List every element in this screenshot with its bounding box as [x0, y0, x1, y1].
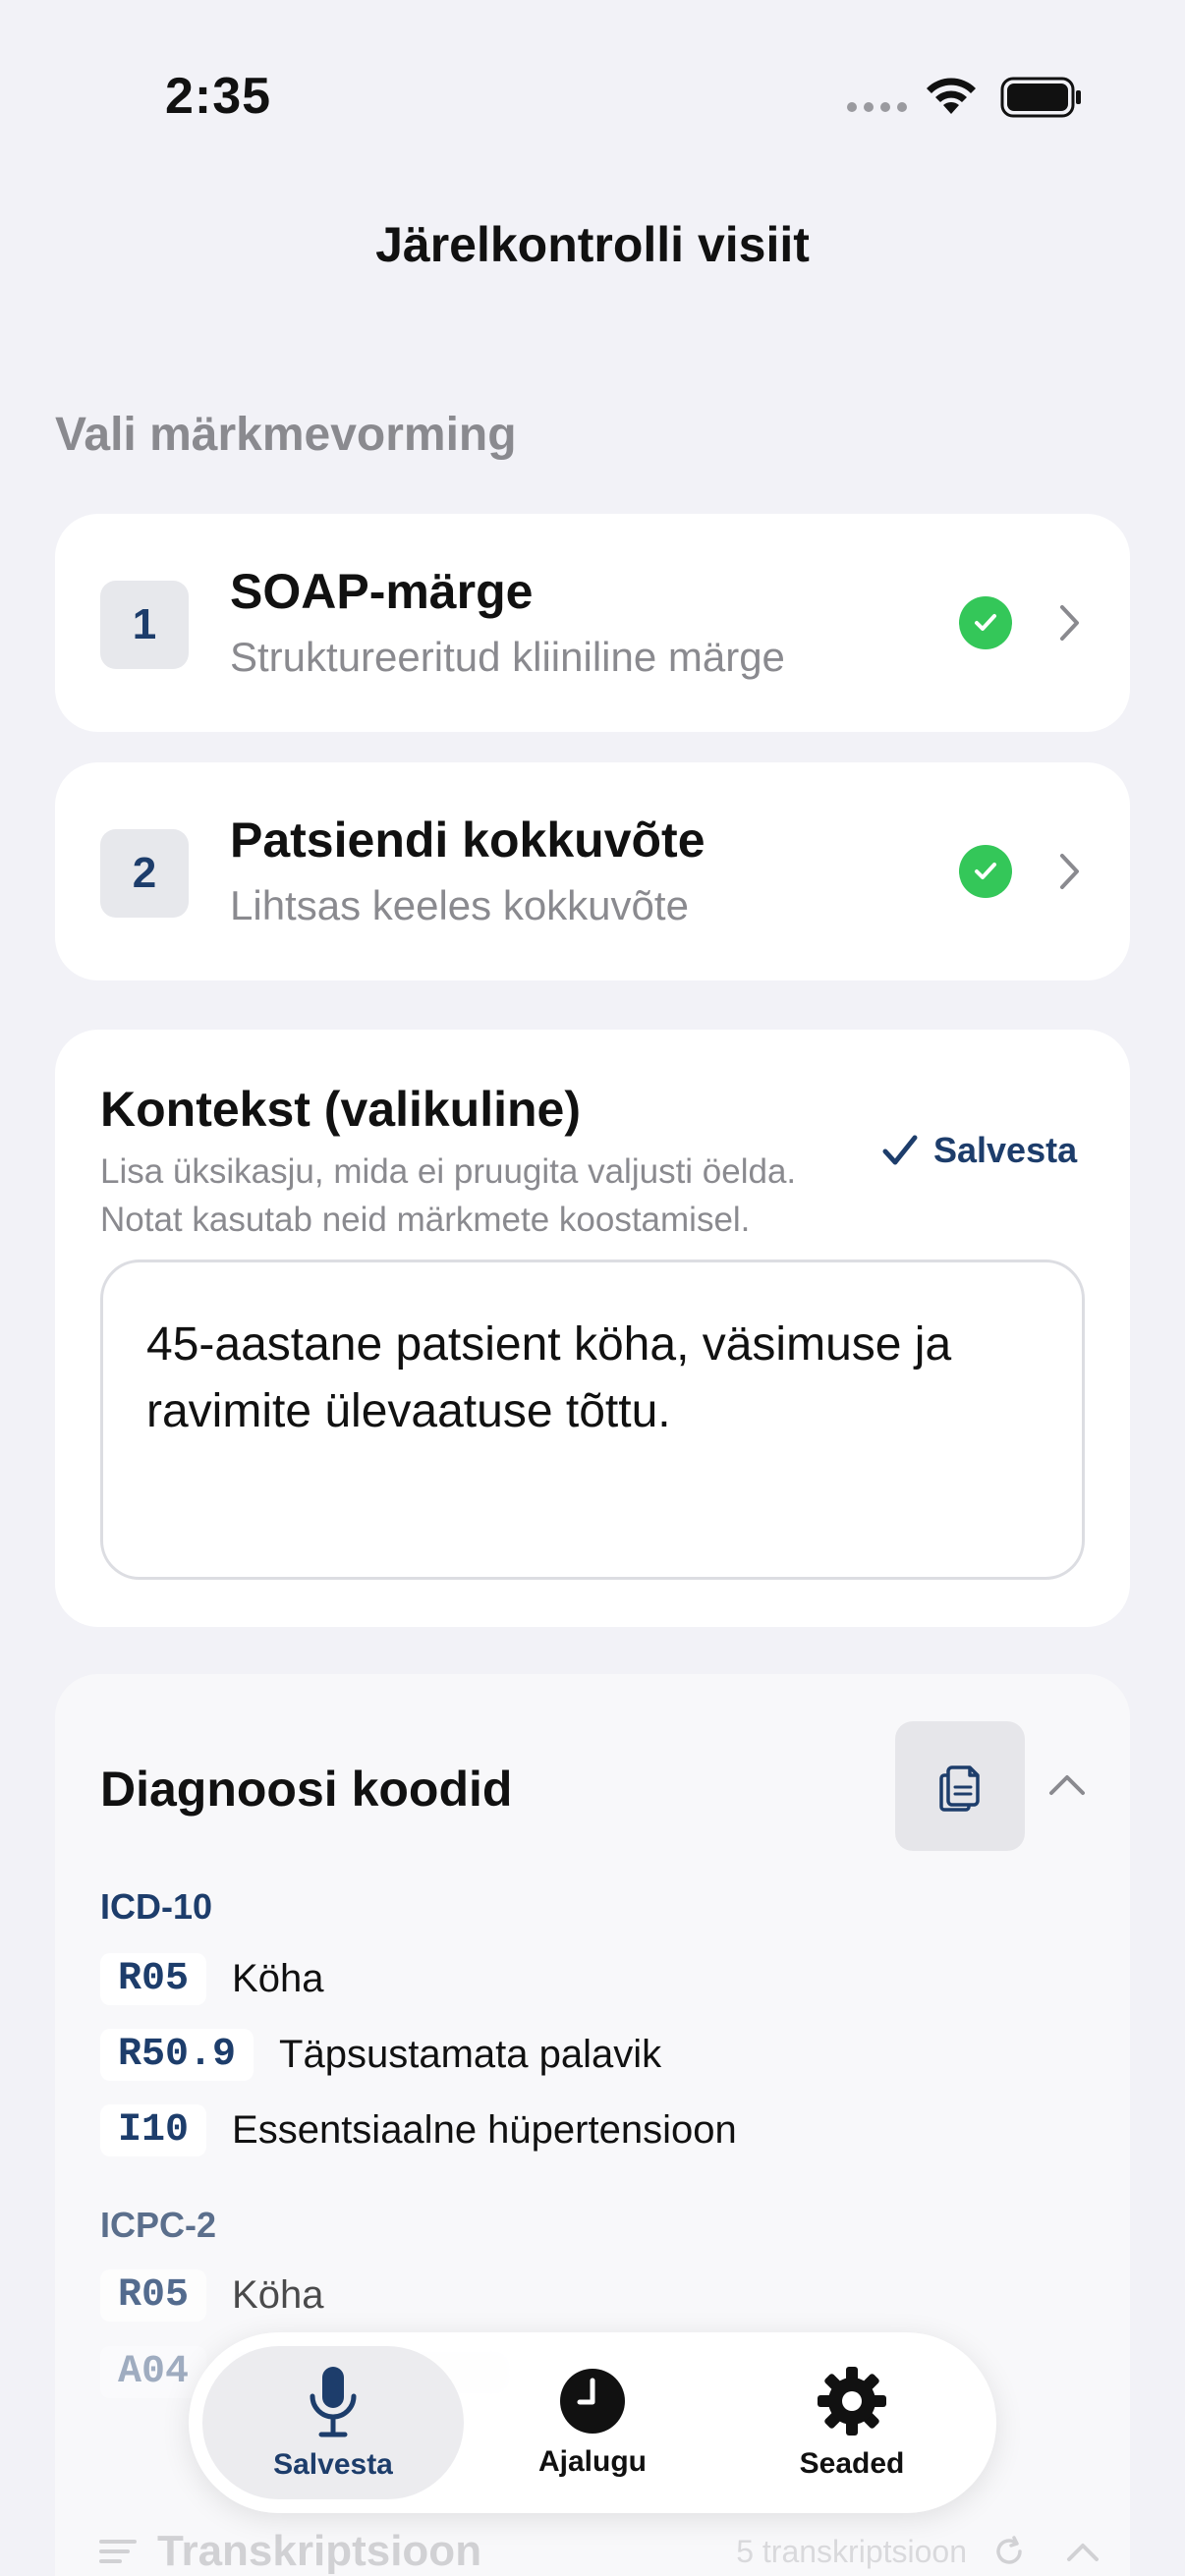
code-description: Essentsiaalne hüpertensioon	[232, 2108, 737, 2152]
chevron-right-icon	[1060, 854, 1079, 889]
format-title: SOAP-märge	[230, 564, 534, 619]
context-card: Kontekst (valikuline) Lisa üksikasju, mi…	[55, 1030, 1130, 1627]
chevron-right-icon	[1060, 605, 1079, 641]
diagnosis-title: Diagnoosi koodid	[100, 1762, 513, 1817]
code-row[interactable]: I10 Essentsiaalne hüpertensioon	[100, 2104, 737, 2156]
clock-icon	[560, 2369, 625, 2434]
copy-codes-button[interactable]	[895, 1721, 1025, 1851]
code-system-label: ICD-10	[100, 1886, 213, 1927]
tab-label: Ajalugu	[538, 2445, 647, 2478]
format-section-label: Vali märkmevorming	[55, 409, 517, 461]
checkmark-circle-icon	[959, 596, 1012, 649]
text-lines-icon	[99, 2540, 137, 2563]
code-chip: R50.9	[100, 2029, 254, 2081]
transcript-count: 5 transkriptsioon	[736, 2533, 967, 2569]
code-chip: A04	[100, 2346, 207, 2398]
wifi-icon	[927, 78, 976, 114]
context-save-button[interactable]: Salvesta	[882, 1130, 1077, 1171]
format-option-soap[interactable]: 1 SOAP-märge Struktureeritud kliiniline …	[55, 514, 1130, 732]
code-row[interactable]: R05 Köha	[100, 1953, 323, 2005]
page-title: Järelkontrolli visiit	[375, 217, 810, 272]
tab-label: Salvesta	[273, 2448, 393, 2481]
copy-icon	[939, 1765, 980, 1812]
chevron-up-icon[interactable]	[1047, 1772, 1087, 1798]
checkmark-icon	[882, 1135, 918, 1165]
code-chip: I10	[100, 2104, 207, 2156]
tab-record[interactable]: Salvesta	[202, 2346, 464, 2499]
code-row[interactable]: R50.9 Täpsustamata palavik	[100, 2029, 661, 2081]
format-title: Patsiendi kokkuvõte	[230, 812, 705, 868]
transcript-row[interactable]: Transkriptsioon 5 transkriptsioon	[98, 2527, 1100, 2576]
microphone-icon	[310, 2367, 357, 2437]
format-number-badge: 2	[100, 829, 189, 918]
code-chip: R05	[100, 2269, 207, 2322]
code-row[interactable]: R05 Köha	[100, 2269, 323, 2322]
tab-label: Seaded	[799, 2447, 905, 2480]
format-subtitle: Struktureeritud kliiniline märge	[230, 634, 785, 680]
status-bar: 2:35	[0, 0, 1185, 187]
transcript-label: Transkriptsioon	[157, 2527, 482, 2575]
code-system-label: ICPC-2	[100, 2205, 217, 2245]
tab-bar: Salvesta Ajalugu Seaded	[189, 2332, 996, 2513]
format-option-patient-summary[interactable]: 2 Patsiendi kokkuvõte Lihtsas keeles kok…	[55, 762, 1130, 980]
status-time: 2:35	[165, 68, 272, 125]
checkmark-circle-icon	[959, 845, 1012, 898]
battery-icon	[1000, 77, 1081, 118]
format-subtitle: Lihtsas keeles kokkuvõte	[230, 882, 689, 928]
refresh-icon	[996, 2536, 1022, 2564]
context-textarea[interactable]: 45-aastane patsient köha, väsimuse ja ra…	[100, 1260, 1085, 1580]
cellular-dots-icon	[847, 102, 907, 112]
chevron-up-icon	[1067, 2544, 1099, 2561]
tab-settings[interactable]: Seaded	[721, 2346, 983, 2499]
gear-icon	[818, 2367, 886, 2436]
code-description: Köha	[232, 1957, 324, 2000]
code-description: Köha	[232, 2273, 324, 2317]
format-number-badge: 1	[100, 581, 189, 669]
code-chip: R05	[100, 1953, 207, 2005]
tab-history[interactable]: Ajalugu	[462, 2346, 723, 2499]
save-label: Salvesta	[933, 1130, 1078, 1170]
code-description: Täpsustamata palavik	[279, 2033, 662, 2076]
context-title: Kontekst (valikuline)	[100, 1082, 581, 1137]
context-description: Lisa üksikasju, mida ei pruugita valjust…	[100, 1152, 797, 1239]
